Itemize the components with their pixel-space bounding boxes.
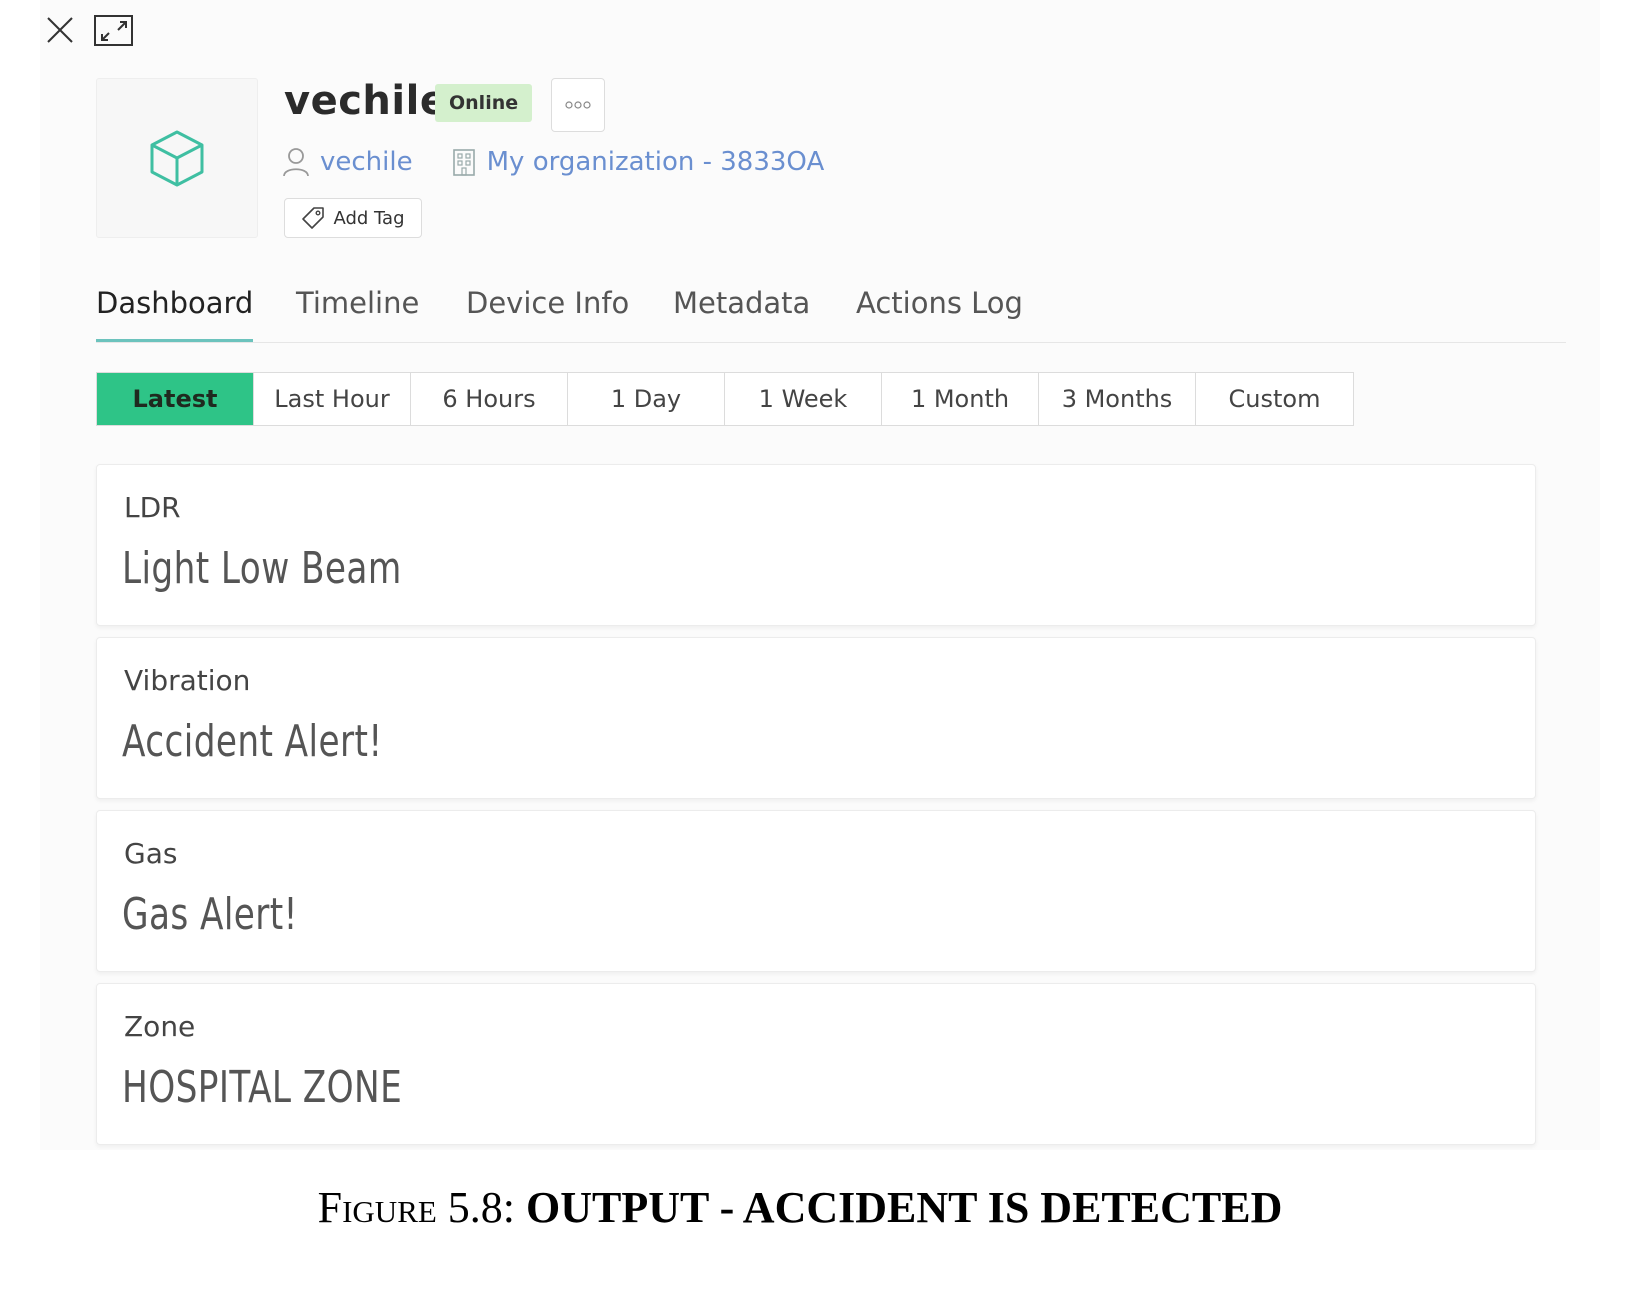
- device-thumbnail: [96, 78, 258, 238]
- widget-value: Accident Alert!: [122, 716, 383, 767]
- more-dots-icon: [565, 101, 591, 109]
- add-tag-label: Add Tag: [333, 207, 405, 229]
- more-button[interactable]: [551, 78, 605, 132]
- widget-label: Gas: [124, 837, 178, 870]
- device-tabs: Dashboard Timeline Device Info Metadata …: [96, 278, 1566, 343]
- figure-number: Figure 5.8:: [317, 1183, 516, 1232]
- widget-value: HOSPITAL ZONE: [122, 1062, 403, 1113]
- widget-label: Vibration: [124, 664, 251, 697]
- widget-value: Gas Alert!: [122, 889, 298, 940]
- range-1-week[interactable]: 1 Week: [725, 373, 882, 425]
- add-tag-button[interactable]: Add Tag: [284, 198, 422, 238]
- tab-actions-log[interactable]: Actions Log: [856, 278, 1023, 342]
- range-3-months[interactable]: 3 Months: [1039, 373, 1196, 425]
- device-name: vechile: [284, 78, 448, 124]
- tag-icon: [302, 207, 325, 229]
- figure-title: OUTPUT - ACCIDENT IS DETECTED: [526, 1183, 1283, 1232]
- organization-link[interactable]: My organization - 3833OA: [487, 147, 825, 177]
- widget-label: LDR: [124, 491, 181, 524]
- tab-device-info[interactable]: Device Info: [466, 278, 629, 342]
- widget-vibration: Vibration Accident Alert!: [96, 637, 1536, 799]
- range-last-hour[interactable]: Last Hour: [254, 373, 411, 425]
- close-icon[interactable]: [44, 14, 76, 46]
- expand-icon[interactable]: [94, 14, 134, 48]
- tab-dashboard[interactable]: Dashboard: [96, 278, 254, 342]
- widget-gas: Gas Gas Alert!: [96, 810, 1536, 972]
- figure-caption: Figure 5.8: OUTPUT - ACCIDENT IS DETECTE…: [0, 1182, 1600, 1233]
- tab-timeline[interactable]: Timeline: [296, 278, 419, 342]
- user-icon: [283, 148, 309, 177]
- range-1-month[interactable]: 1 Month: [882, 373, 1039, 425]
- widget-zone: Zone HOSPITAL ZONE: [96, 983, 1536, 1145]
- status-badge: Online: [435, 84, 533, 122]
- tab-metadata[interactable]: Metadata: [673, 278, 810, 342]
- owner-link[interactable]: vechile: [320, 147, 413, 177]
- cube-icon: [150, 130, 204, 187]
- time-range-selector: Latest Last Hour 6 Hours 1 Day 1 Week 1 …: [96, 372, 1354, 426]
- building-icon: [452, 149, 475, 176]
- range-custom[interactable]: Custom: [1196, 373, 1353, 425]
- widget-ldr: LDR Light Low Beam: [96, 464, 1536, 626]
- widget-value: Light Low Beam: [122, 543, 402, 594]
- range-latest[interactable]: Latest: [97, 373, 254, 425]
- device-meta: vechile My organization - 3833OA: [282, 144, 824, 180]
- range-6-hours[interactable]: 6 Hours: [411, 373, 568, 425]
- range-1-day[interactable]: 1 Day: [568, 373, 725, 425]
- widget-label: Zone: [124, 1010, 196, 1043]
